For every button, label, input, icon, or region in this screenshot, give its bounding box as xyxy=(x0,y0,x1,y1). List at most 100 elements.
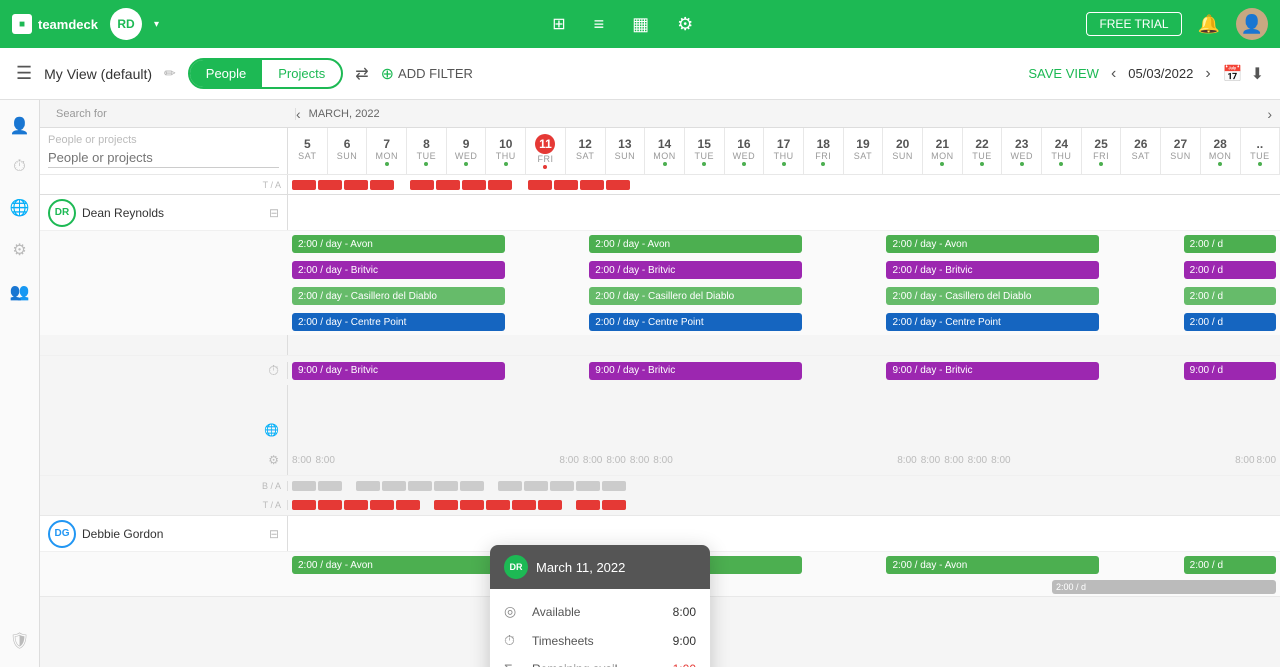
britvic-bar-w3[interactable]: 2:00 / day - Britvic xyxy=(886,261,1099,279)
add-filter-plus-icon: ⊕ xyxy=(381,64,394,84)
shield-icon[interactable]: 🛡 xyxy=(9,631,29,651)
clock-icon[interactable]: ⏱ xyxy=(13,158,25,176)
next-date-button[interactable]: › xyxy=(1205,65,1210,83)
menu-icon[interactable]: ☰ xyxy=(16,63,32,84)
britvic-bar-w1[interactable]: 2:00 / day - Britvic xyxy=(292,261,505,279)
user-photo-avatar[interactable]: 👤 xyxy=(1236,8,1268,40)
toggle-projects-button[interactable]: Projects xyxy=(262,60,341,87)
edit-view-icon[interactable]: ✏ xyxy=(164,65,176,82)
casillero-bar-w1[interactable]: 2:00 / day - Casillero del Diablo xyxy=(292,287,505,305)
tooltip-avatar: DR xyxy=(504,555,528,579)
tooltip-date: March 11, 2022 xyxy=(536,560,625,575)
date-indicator-dot xyxy=(385,162,389,166)
britvic-ts-w2[interactable]: 9:00 / day - Britvic xyxy=(589,362,802,380)
avon-bar-w1[interactable]: 2:00 / day - Avon xyxy=(292,235,505,253)
date-num: 28 xyxy=(1213,137,1226,151)
date-day: THU xyxy=(1051,151,1071,161)
date-cell-11: 11FRI xyxy=(526,128,566,174)
date-num: 25 xyxy=(1094,137,1107,151)
dean-name: Dean Reynolds xyxy=(82,206,263,220)
date-num: 20 xyxy=(896,137,909,151)
avon-bar-w3[interactable]: 2:00 / day - Avon xyxy=(886,235,1099,253)
view-label: My View (default) xyxy=(44,66,152,82)
add-filter-button[interactable]: ⊕ ADD FILTER xyxy=(381,64,473,84)
globe-icon[interactable]: 🌐 xyxy=(10,198,30,218)
settings-icon[interactable]: ⚙ xyxy=(673,10,697,39)
debbie-settings-icon[interactable]: ⊟ xyxy=(269,527,279,541)
next-month-button[interactable]: › xyxy=(1267,106,1272,122)
date-cell-8: 8TUE xyxy=(407,128,447,174)
user-avatar-initials[interactable]: RD xyxy=(110,8,142,40)
dean-avatar: DR xyxy=(48,199,76,227)
tooltip-remaining-row: Σ Remaining avail. -1:00 xyxy=(490,655,710,667)
notification-bell-icon[interactable]: 🔔 xyxy=(1194,10,1224,39)
date-num: 24 xyxy=(1055,137,1068,151)
group-icon[interactable]: 👥 xyxy=(10,282,30,302)
debbie-avon-w1[interactable]: 2:00 / day - Avon xyxy=(292,556,505,574)
britvic-ts-w4[interactable]: 9:00 / d xyxy=(1184,362,1276,380)
date-num: 10 xyxy=(499,137,512,151)
britvic-bar-w4[interactable]: 2:00 / d xyxy=(1184,261,1276,279)
filter-icon[interactable]: ⇄ xyxy=(355,64,368,84)
date-cell-21: 21MON xyxy=(923,128,963,174)
date-day: FRI xyxy=(537,154,553,164)
gear-small-icon[interactable]: ⚙ xyxy=(12,240,26,260)
timer-icon[interactable]: ▦ xyxy=(628,10,653,39)
debbie-avon-w4[interactable]: 2:00 / d xyxy=(1184,556,1276,574)
date-indicator-dot xyxy=(980,162,984,166)
date-cell-12: 12SAT xyxy=(566,128,606,174)
britvic-ts-w3[interactable]: 9:00 / day - Britvic xyxy=(886,362,1099,380)
prev-date-button[interactable]: ‹ xyxy=(1111,65,1116,83)
dean-settings-icon[interactable]: ⊟ xyxy=(269,206,279,220)
bookings-icon[interactable]: ⊞ xyxy=(548,10,569,39)
person-icon[interactable]: 👤 xyxy=(10,116,30,136)
booking-tooltip: DR March 11, 2022 ◎ Available 8:00 ⏱ Tim… xyxy=(490,545,710,667)
date-num: 19 xyxy=(856,137,869,151)
ba-label: B / A xyxy=(262,481,281,491)
date-cell-24: 24THU xyxy=(1042,128,1082,174)
toggle-people-button[interactable]: People xyxy=(190,60,262,87)
date-indicator-dot xyxy=(1258,162,1262,166)
download-icon[interactable]: ⬇ xyxy=(1251,64,1264,84)
centre-bar-w3[interactable]: 2:00 / day - Centre Point xyxy=(886,313,1099,331)
date-num: 5 xyxy=(304,137,311,151)
available-label: Available xyxy=(532,605,663,619)
dates-header-row: 5SAT6SUN7MON8TUE9WED10THU11FRI12SAT13SUN… xyxy=(288,128,1280,174)
prev-month-button[interactable]: ‹ xyxy=(296,106,301,122)
calendar-view-icon[interactable]: 📅 xyxy=(1223,64,1243,84)
ta-label: T / A xyxy=(263,500,281,510)
timesheets-clock-icon: ⏱ xyxy=(504,632,522,649)
sigma-icon: Σ xyxy=(504,661,522,667)
date-num: 11 xyxy=(535,134,555,154)
remaining-value: -1:00 xyxy=(669,662,696,667)
centre-bar-w2[interactable]: 2:00 / day - Centre Point xyxy=(589,313,802,331)
avon-bar-w2[interactable]: 2:00 / day - Avon xyxy=(589,235,802,253)
tooltip-timesheets-row: ⏱ Timesheets 9:00 xyxy=(490,626,710,655)
search-input[interactable] xyxy=(48,148,279,168)
date-num: 23 xyxy=(1015,137,1028,151)
save-view-button[interactable]: SAVE VIEW xyxy=(1028,66,1099,81)
debbie-avon-w3[interactable]: 2:00 / day - Avon xyxy=(886,556,1099,574)
centre-bar-w4[interactable]: 2:00 / d xyxy=(1184,313,1276,331)
britvic-bar-w2[interactable]: 2:00 / day - Britvic xyxy=(589,261,802,279)
avon-bar-w4[interactable]: 2:00 / d xyxy=(1184,235,1276,253)
date-num: 7 xyxy=(383,137,390,151)
date-day: SUN xyxy=(337,151,358,161)
date-cell-10: 10THU xyxy=(486,128,526,174)
calendar-body: DR Dean Reynolds ⊟ 2:00 / day - Avon xyxy=(40,195,1280,667)
date-cell-9: 9WED xyxy=(447,128,487,174)
casillero-bar-w3[interactable]: 2:00 / day - Casillero del Diablo xyxy=(886,287,1099,305)
avatar-chevron-icon[interactable]: ▾ xyxy=(154,19,159,30)
britvic-ts-w1[interactable]: 9:00 / day - Britvic xyxy=(292,362,505,380)
centre-bar-w1[interactable]: 2:00 / day - Centre Point xyxy=(292,313,505,331)
date-num: 9 xyxy=(463,137,470,151)
free-trial-button[interactable]: FREE TRIAL xyxy=(1086,12,1181,36)
date-num: 18 xyxy=(817,137,830,151)
search-placeholder-label: People or projects xyxy=(48,134,279,146)
toolbar: ☰ My View (default) ✏ People Projects ⇄ … xyxy=(0,48,1280,100)
timesheets-value: 9:00 xyxy=(673,634,696,648)
gantt-icon[interactable]: ≡ xyxy=(590,10,609,39)
logo-text: teamdeck xyxy=(38,17,98,32)
casillero-bar-w2[interactable]: 2:00 / day - Casillero del Diablo xyxy=(589,287,802,305)
casillero-bar-w4[interactable]: 2:00 / d xyxy=(1184,287,1276,305)
